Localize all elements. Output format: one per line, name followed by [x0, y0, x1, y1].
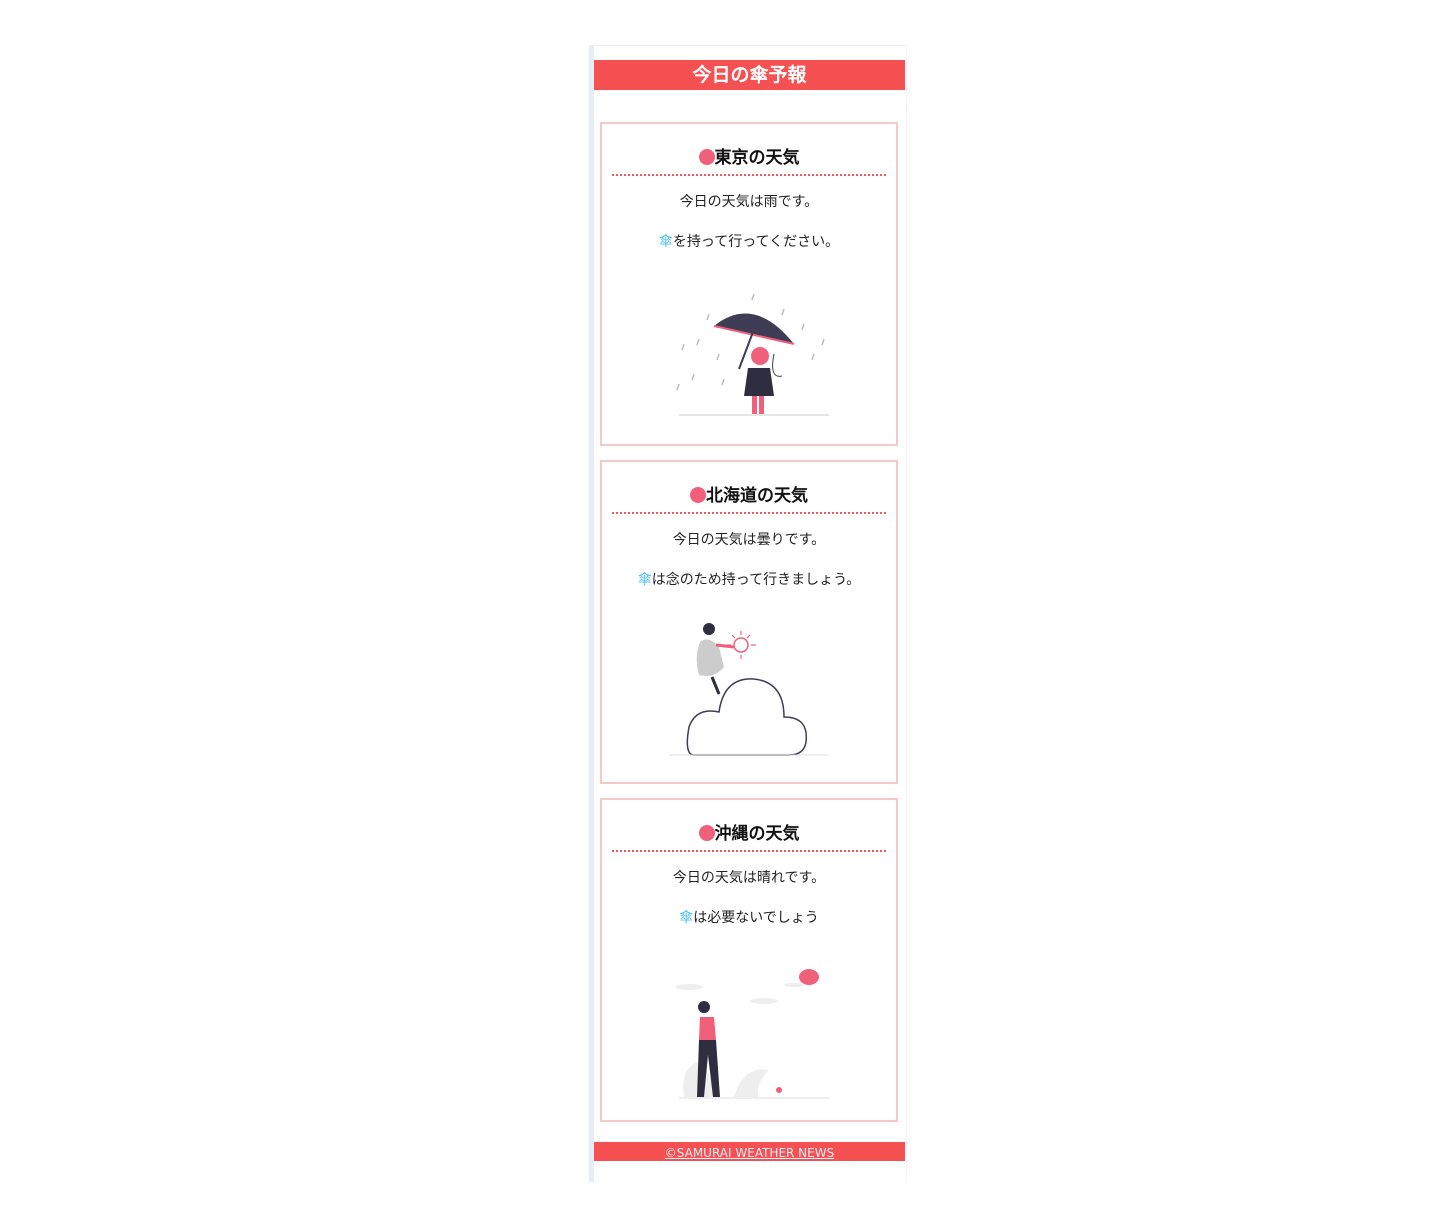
umbrella-kanji: 傘: [679, 910, 694, 926]
weather-text: 今日の天気は晴れです。: [672, 870, 826, 886]
weather-card-hokkaido: 北海道の天気 今日の天気は曇りです。 傘は念のため持って行きましょう。: [600, 460, 898, 784]
advice-text: 傘を持って行ってください。: [658, 234, 840, 250]
footer-copyright-link[interactable]: ©SAMURAI WEATHER NEWS: [665, 1146, 834, 1160]
cloud-sun-girl-illustration: [669, 623, 829, 756]
dot-icon: [690, 487, 706, 503]
page-container: 今日の傘予報 東京の天気 今日の天気は雨です。 傘を持って行ってください。 北海…: [589, 45, 907, 1182]
footer: ©SAMURAI WEATHER NEWS: [594, 1142, 905, 1161]
advice-text: 傘は必要ないでしょう: [679, 910, 819, 926]
card-title: 沖縄の天気: [612, 822, 886, 852]
weather-card-okinawa: 沖縄の天気 今日の天気は晴れです。 傘は必要ないでしょう: [600, 798, 898, 1122]
dot-icon: [698, 149, 715, 165]
card-title: 東京の天気: [612, 146, 886, 176]
rain-umbrella-girl-illustration: [676, 293, 829, 416]
card-title: 北海道の天気: [612, 484, 886, 514]
umbrella-kanji: 傘: [637, 572, 652, 588]
weather-text: 今日の天気は曇りです。: [672, 532, 826, 548]
umbrella-kanji: 傘: [658, 234, 673, 250]
page-title: 今日の傘予報: [594, 60, 905, 90]
weather-card-tokyo: 東京の天気 今日の天気は雨です。 傘を持って行ってください。: [600, 122, 898, 446]
advice-text: 傘は念のため持って行きましょう。: [637, 572, 861, 588]
sunny-walk-girl-illustration: [675, 969, 829, 1099]
weather-text: 今日の天気は雨です。: [679, 194, 819, 210]
dot-icon: [698, 825, 715, 841]
